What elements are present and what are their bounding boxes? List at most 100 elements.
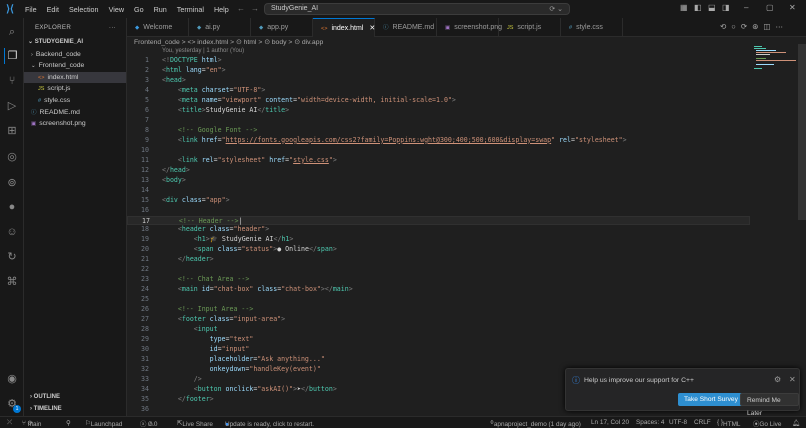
next-change-icon[interactable]: ⟳ (741, 22, 752, 31)
remote-explorer-icon[interactable]: ◎ (4, 149, 20, 165)
branch-item[interactable]: ⑂ main ⟳ (22, 419, 33, 427)
github-icon[interactable]: ● (4, 199, 20, 215)
minimize-icon[interactable]: – (744, 3, 748, 12)
code-line[interactable]: 26 <!-- Input Area --> (127, 305, 750, 315)
git-graph-icon[interactable]: ⚲ (66, 419, 71, 427)
code-line[interactable]: 6 <title>StudyGenie AI</title> (127, 106, 750, 116)
take-survey-button[interactable]: Take Short Survey (678, 393, 744, 406)
tree-item[interactable]: <>index.html (24, 72, 126, 84)
tree-item[interactable]: #style.css (24, 95, 126, 107)
code-line[interactable]: 22 (127, 265, 750, 275)
code-line[interactable]: 31 placeholder="Ask anything..." (127, 355, 750, 365)
tree-item[interactable]: ⓘREADME.md (24, 107, 126, 119)
customize-layout-icon[interactable]: ▦ (680, 3, 688, 12)
language-mode[interactable]: { } HTML (717, 419, 723, 426)
copilot-chat-icon[interactable]: ☺ (4, 224, 20, 240)
tab-script-js[interactable]: JSscript.js (499, 18, 561, 37)
open-changes-icon[interactable]: ⟲ (720, 22, 731, 31)
menu-run[interactable]: Run (149, 5, 172, 14)
code-line[interactable]: 20 <span class="status">● Online</span> (127, 245, 750, 255)
open-preview-icon[interactable]: ⊛ (752, 22, 763, 31)
code-line[interactable]: 23 <!-- Chat Area --> (127, 275, 750, 285)
minimap[interactable] (752, 44, 796, 84)
problems-item[interactable]: ⓧ 0 ⚠ 0 (140, 419, 154, 428)
breadcrumb[interactable]: Frontend_code > <> index.html > ⊙ html >… (134, 38, 323, 46)
code-line[interactable]: 2<html lang="en"> (127, 66, 750, 76)
menu-help[interactable]: Help (209, 5, 234, 14)
code-line[interactable]: 27 <footer class="input-area"> (127, 315, 750, 325)
codelens-blame[interactable]: You, yesterday | 1 author (You) (162, 48, 244, 54)
tree-item[interactable]: ›Backend_code (24, 49, 126, 61)
code-line[interactable]: 4 <meta charset="UTF-8"> (127, 86, 750, 96)
explorer-icon[interactable]: ❐ (4, 48, 20, 64)
search-icon[interactable]: ⌕ (4, 24, 20, 40)
code-editor[interactable]: 1<!DOCTYPE html>2<html lang="en">3<head>… (127, 56, 750, 415)
toggle-panel-icon[interactable]: ⬓ (708, 3, 716, 12)
more-actions-icon[interactable]: ··· (109, 24, 116, 31)
launchpad-item[interactable]: ⚐ Launchpad (85, 419, 91, 427)
extensions-icon[interactable]: ⊞ (4, 123, 20, 139)
tab-ai-py[interactable]: ◆ai.py (189, 18, 251, 37)
menu-edit[interactable]: Edit (42, 5, 64, 14)
remind-later-button[interactable]: Remind Me Later (740, 393, 799, 406)
code-line[interactable]: 8 <!-- Google Font --> (127, 126, 750, 136)
toggle-sidebar-icon[interactable]: ◧ (694, 3, 702, 12)
go-live-button[interactable]: ⦿ Go Live (753, 419, 759, 428)
tab-index-html[interactable]: <>index.html✕ (313, 18, 375, 37)
code-line[interactable]: 25 (127, 295, 750, 305)
tree-item[interactable]: JSscript.js (24, 83, 126, 95)
timeline-section[interactable]: › TIMELINE (24, 404, 127, 415)
more-icon[interactable]: ⋯ (776, 22, 789, 31)
source-control-icon[interactable]: ⑂ (4, 73, 20, 89)
toggle-secondary-sidebar-icon[interactable]: ◨ (722, 3, 730, 12)
editor-actions[interactable]: ⟲○⟳⊛◫⋯ (720, 22, 788, 31)
outline-section[interactable]: › OUTLINE (24, 392, 127, 403)
close-icon[interactable]: ✕ (789, 375, 796, 384)
close-window-icon[interactable]: ✕ (789, 3, 796, 12)
code-line[interactable]: 1<!DOCTYPE html> (127, 56, 750, 66)
cursor-position[interactable]: Ln 17, Col 20 (591, 419, 629, 426)
tree-item[interactable]: ▣screenshot.png (24, 118, 126, 130)
menu-selection[interactable]: Selection (64, 5, 104, 14)
workspace-root[interactable]: ⌄ STUDYGENIE_AI (24, 37, 126, 49)
docker-icon[interactable]: ⊚ (4, 175, 20, 191)
live-share-icon[interactable]: ↻ (4, 249, 20, 265)
code-line[interactable]: 12</head> (127, 166, 750, 176)
code-line[interactable]: 5 <meta name="viewport" content="width=d… (127, 96, 750, 106)
code-line[interactable]: 29 type="text" (127, 335, 750, 345)
code-line[interactable]: 10 (127, 146, 750, 156)
code-line[interactable]: 16 (127, 206, 750, 216)
code-line[interactable]: 17 <!-- Header -->| (127, 216, 750, 226)
live-share-item[interactable]: ⇱ Live Share (177, 419, 182, 427)
remote-icon[interactable]: ⤫ (7, 419, 12, 427)
copilot-icon[interactable]: ⟳ ⌄ (549, 5, 563, 13)
tab-readme-md[interactable]: ⓘREADME.md (375, 18, 437, 37)
menu-go[interactable]: Go (129, 5, 149, 14)
tab-style-css[interactable]: #style.css (561, 18, 623, 37)
maximize-icon[interactable]: ▢ (766, 3, 774, 12)
notifications-bell-icon[interactable]: 🔔︎ (792, 419, 800, 427)
menu-view[interactable]: View (104, 5, 129, 14)
tab-welcome[interactable]: ◆Welcome (127, 18, 189, 37)
code-line[interactable]: 24 <main id="chat-box" class="chat-box">… (127, 285, 750, 295)
command-center-search[interactable]: StudyGenie_AI⟳ ⌄ (264, 3, 570, 15)
code-line[interactable]: 7 (127, 116, 750, 126)
code-line[interactable]: 13<body> (127, 176, 750, 186)
back-arrow-icon[interactable]: ← (237, 4, 245, 13)
python-icon[interactable]: ⌘ (4, 274, 20, 290)
code-line[interactable]: 19 <h1>🎓 StudyGenie AI</h1> (127, 235, 750, 245)
code-line[interactable]: 21 </header> (127, 255, 750, 265)
menu-file[interactable]: File (20, 5, 42, 14)
settings-gear-icon[interactable]: ⚙ (774, 375, 781, 384)
forward-arrow-icon[interactable]: → (251, 4, 259, 13)
indentation[interactable]: Spaces: 4 (636, 419, 664, 426)
eol[interactable]: CRLF (694, 419, 711, 426)
tab-app-py[interactable]: ◆app.py (251, 18, 313, 37)
code-line[interactable]: 15<div class="app"> (127, 196, 750, 206)
previous-change-icon[interactable]: ○ (731, 22, 741, 31)
code-line[interactable]: 30 id="input" (127, 345, 750, 355)
tree-item[interactable]: ⌄Frontend_code (24, 60, 126, 72)
encoding[interactable]: UTF-8 (669, 419, 687, 426)
menu-terminal[interactable]: Terminal (172, 5, 209, 14)
code-line[interactable]: 3<head> (127, 76, 750, 86)
